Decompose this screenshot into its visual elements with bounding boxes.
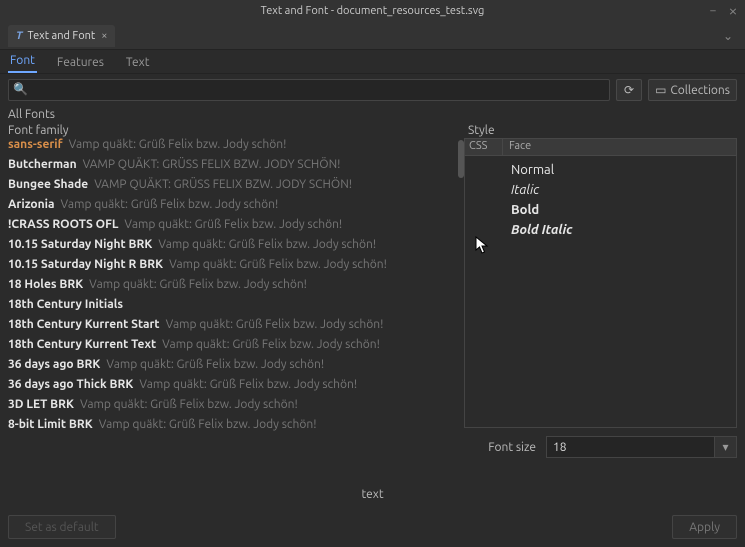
font-family-column: Font family sans-serif Vamp quäkt: Grüß F… <box>0 123 464 458</box>
font-name: Arizonia <box>8 198 55 211</box>
font-size-input-group: ▾ <box>546 436 737 458</box>
font-search-input[interactable] <box>8 79 610 101</box>
font-preview: Vamp quäkt: Grüß Felix bzw. Jody schön! <box>89 278 307 291</box>
font-preview: Vamp quäkt: Grüß Felix bzw. Jody schön! <box>166 318 384 331</box>
refresh-icon: ⟳ <box>624 83 634 97</box>
font-row[interactable]: 10.15 Saturday Night BRK Vamp quäkt: Grüß… <box>8 238 464 258</box>
font-name: !CRASS ROOTS OFL <box>8 218 118 231</box>
font-row[interactable]: 3D LET BRK Vamp quäkt: Grüß Felix bzw. Jo… <box>8 398 464 418</box>
doc-tab-text-and-font[interactable]: T Text and Font × <box>8 25 115 47</box>
dialog-footer: Set as default Apply <box>0 509 745 547</box>
font-row[interactable]: 18th Century Kurrent Text Vamp quäkt: Grü… <box>8 338 464 358</box>
font-toolbar: 🔍 ⟳ ▭ Collections <box>0 74 745 106</box>
window-title: Text and Font - document_resources_test.… <box>261 5 485 17</box>
style-header: Style <box>464 123 737 138</box>
font-name: 3D LET BRK <box>8 398 74 411</box>
font-row[interactable]: 36 days ago BRK Vamp quäkt: Grüß Felix bz… <box>8 358 464 378</box>
font-preview: Vamp quäkt: Grüß Felix bzw. Jody schön! <box>162 338 380 351</box>
chevron-down-icon[interactable]: ⌄ <box>719 25 737 47</box>
font-name: 36 days ago Thick BRK <box>8 378 133 391</box>
font-list[interactable]: sans-serif Vamp quäkt: Grüß Felix bzw. Jo… <box>0 138 464 458</box>
css-column-header[interactable]: CSS <box>465 139 503 155</box>
font-name: 18th Century Kurrent Text <box>8 338 156 351</box>
face-list[interactable]: NormalItalicBoldBold Italic <box>464 156 737 428</box>
font-row[interactable]: 18 Holes BRK Vamp quäkt: Grüß Felix bzw. … <box>8 278 464 298</box>
face-row[interactable]: Bold Italic <box>465 220 736 240</box>
apply-button[interactable]: Apply <box>672 515 737 539</box>
font-name: 8-bit Limit BRK <box>8 418 93 431</box>
font-row[interactable]: 18th Century Kurrent Start Vamp quäkt: Gr… <box>8 318 464 338</box>
font-row[interactable]: Bungee Shade VAMP QUÄKT: GRÜSS FELIX BZW.… <box>8 178 464 198</box>
tab-features[interactable]: Features <box>55 52 106 73</box>
font-name: 10.15 Saturday Night BRK <box>8 238 152 251</box>
search-wrapper: 🔍 <box>8 79 610 101</box>
font-name: 18th Century Kurrent Start <box>8 318 160 331</box>
font-name: sans-serif <box>8 138 63 151</box>
face-row[interactable]: Italic <box>465 180 736 200</box>
font-row[interactable]: Arizonia Vamp quäkt: Grüß Felix bzw. Jody… <box>8 198 464 218</box>
font-row[interactable]: !CRASS ROOTS OFL Vamp quäkt: Grüß Felix b… <box>8 218 464 238</box>
close-icon[interactable]: ⨯ <box>727 5 739 17</box>
font-row[interactable]: Butcherman VAMP QUÄKT: GRÜSS FELIX BZW. J… <box>8 158 464 178</box>
font-name: 18th Century Initials <box>8 298 123 311</box>
collections-button[interactable]: ▭ Collections <box>648 79 737 101</box>
set-as-default-button[interactable]: Set as default <box>8 515 116 539</box>
font-size-input[interactable] <box>546 436 715 458</box>
font-row[interactable]: 8-bit Limit BRK Vamp quäkt: Grüß Felix bz… <box>8 418 464 438</box>
font-size-row: Font size ▾ <box>464 428 737 458</box>
collections-label: Collections <box>670 84 730 97</box>
font-name: Butcherman <box>8 158 77 171</box>
font-family-header: Font family <box>0 123 464 138</box>
font-name: 18 Holes BRK <box>8 278 83 291</box>
font-size-dropdown-button[interactable]: ▾ <box>715 436 737 458</box>
font-preview: Vamp quäkt: Grüß Felix bzw. Jody schön! <box>169 258 387 271</box>
minimize-icon[interactable]: – <box>707 5 719 17</box>
font-preview: Vamp quäkt: Grüß Felix bzw. Jody schön! <box>69 138 287 151</box>
panel-subtabs: Font Features Text <box>0 50 745 74</box>
font-preview: Vamp quäkt: Grüß Felix bzw. Jody schön! <box>99 418 317 431</box>
font-row[interactable]: 36 days ago Thick BRK Vamp quäkt: Grüß Fe… <box>8 378 464 398</box>
font-preview: Vamp quäkt: Grüß Felix bzw. Jody schön! <box>139 378 357 391</box>
font-size-label: Font size <box>464 441 536 454</box>
font-preview: Vamp quäkt: Grüß Felix bzw. Jody schön! <box>80 398 298 411</box>
text-section-label: text <box>0 458 745 509</box>
tab-font[interactable]: Font <box>8 50 37 73</box>
style-column: Style CSS Face NormalItalicBoldBold Ital… <box>464 123 745 458</box>
font-name: Bungee Shade <box>8 178 88 191</box>
font-preview: Vamp quäkt: Grüß Felix bzw. Jody schön! <box>124 218 342 231</box>
doc-tab-label: Text and Font <box>27 30 95 42</box>
font-preview: VAMP QUÄKT: GRÜSS FELIX BZW. JODY SCHÖN! <box>83 158 341 171</box>
font-list-scrollbar[interactable] <box>458 140 464 178</box>
window-titlebar: Text and Font - document_resources_test.… <box>0 0 745 22</box>
face-column-header[interactable]: Face <box>503 139 736 155</box>
face-row[interactable]: Normal <box>465 160 736 180</box>
search-icon: 🔍 <box>13 82 28 96</box>
tab-text[interactable]: Text <box>124 52 152 73</box>
window-controls: – ⨯ <box>707 5 739 17</box>
font-name: 36 days ago BRK <box>8 358 100 371</box>
chevron-down-icon: ▾ <box>722 440 728 454</box>
style-table-header: CSS Face <box>464 138 737 156</box>
font-preview: Vamp quäkt: Grüß Felix bzw. Jody schön! <box>106 358 324 371</box>
refresh-button[interactable]: ⟳ <box>616 79 642 101</box>
font-row[interactable]: 10.15 Saturday Night R BRK Vamp quäkt: Gr… <box>8 258 464 278</box>
all-fonts-label: All Fonts <box>0 106 745 123</box>
main-columns: Font family sans-serif Vamp quäkt: Grüß F… <box>0 123 745 458</box>
font-preview: VAMP QUÄKT: GRÜSS FELIX BZW. JODY SCHÖN! <box>94 178 352 191</box>
font-preview: Vamp quäkt: Grüß Felix bzw. Jody schön! <box>61 198 279 211</box>
font-preview: Vamp quäkt: Grüß Felix bzw. Jody schön! <box>158 238 376 251</box>
document-tab-bar: T Text and Font × ⌄ <box>0 22 745 50</box>
font-name: 10.15 Saturday Night R BRK <box>8 258 163 271</box>
tab-close-icon[interactable]: × <box>101 30 107 42</box>
font-row[interactable]: sans-serif Vamp quäkt: Grüß Felix bzw. Jo… <box>8 138 464 158</box>
text-tool-icon: T <box>16 30 22 42</box>
collections-icon: ▭ <box>655 83 666 97</box>
face-row[interactable]: Bold <box>465 200 736 220</box>
font-row[interactable]: 18th Century Initials <box>8 298 464 318</box>
